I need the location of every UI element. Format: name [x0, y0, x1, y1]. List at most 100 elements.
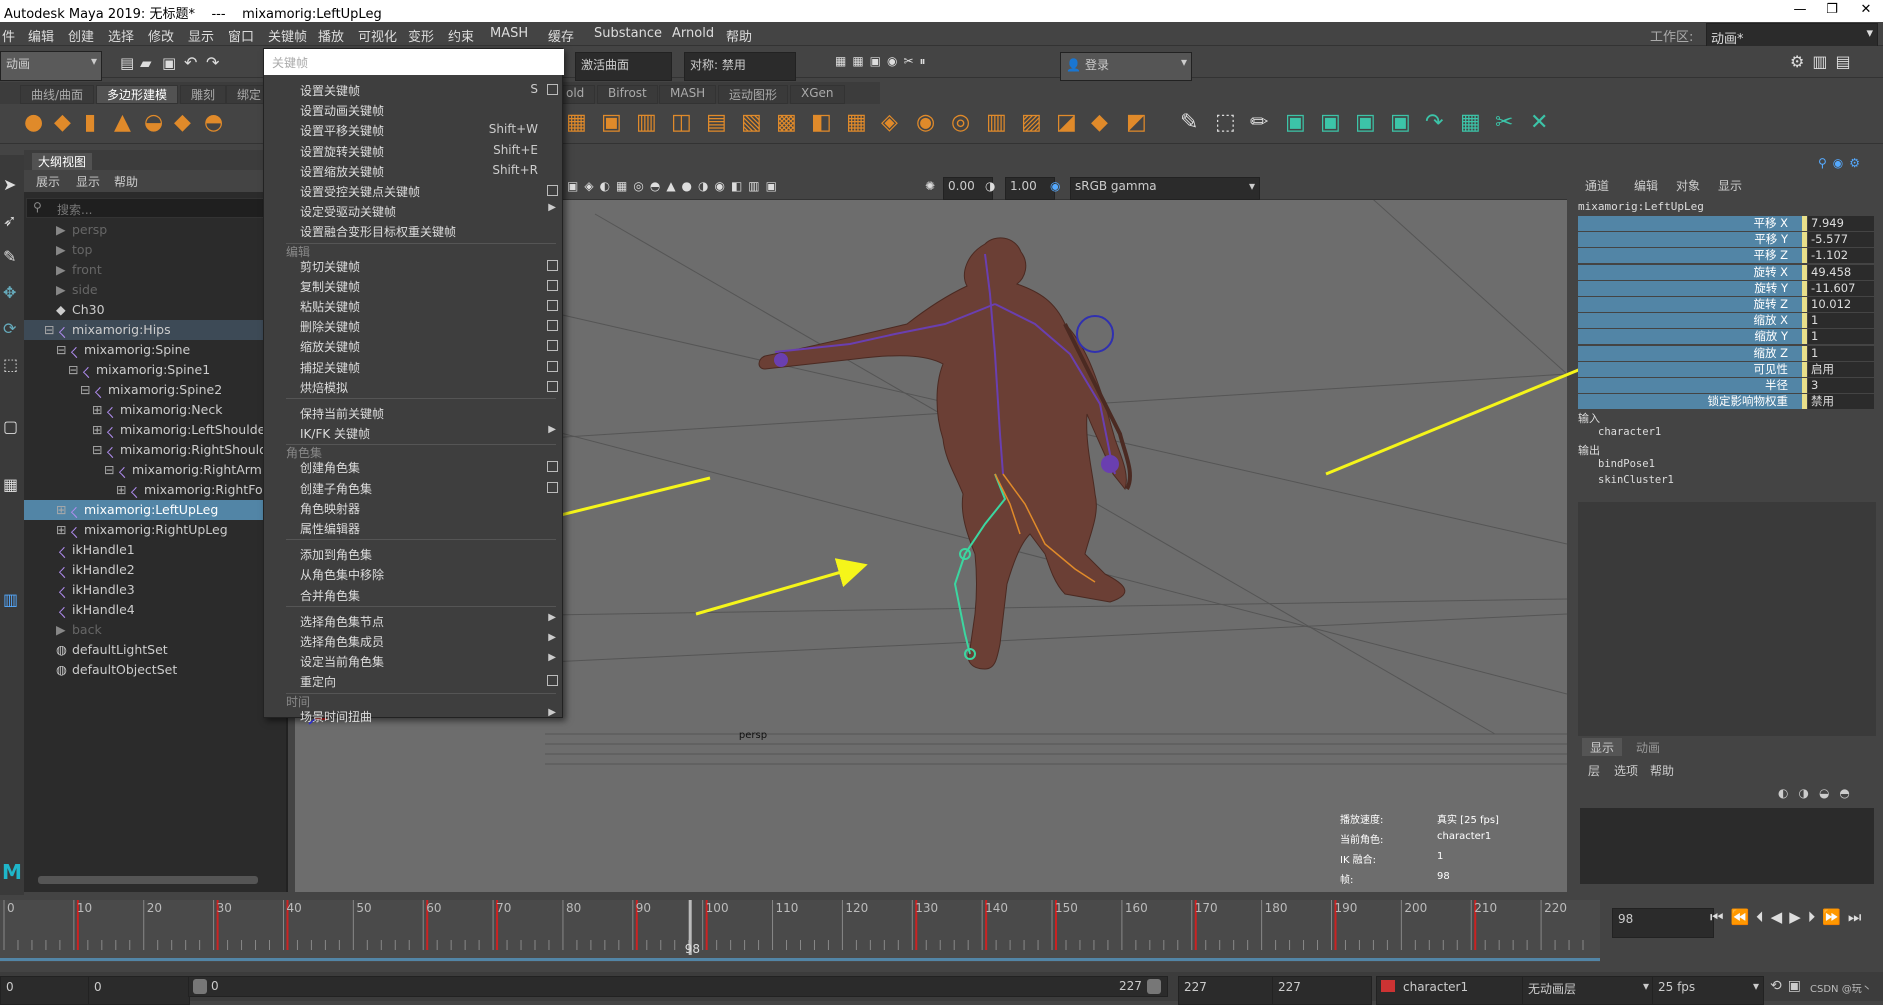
cb-attribute-row[interactable]: 缩放 Y 1 [1578, 329, 1874, 345]
cb-attribute-value[interactable]: 10.012 [1808, 297, 1874, 312]
range-start-handle[interactable] [193, 979, 207, 994]
keyed-indicator [1802, 394, 1807, 410]
cb-menu-channels[interactable]: 通道 [1585, 177, 1609, 194]
range-bar[interactable]: 0 227 [188, 976, 1168, 997]
cb-attribute-row[interactable]: 半径 3 [1578, 378, 1874, 394]
time-slider-ruler[interactable]: 0 10 20 30 40 50 60 70 80 90 100 110 120 130 140 150 160… [0, 900, 1600, 962]
layer-tab-anim[interactable]: 动画 [1628, 738, 1668, 756]
cb-attribute-row[interactable]: 平移 Y -5.577 [1578, 232, 1874, 248]
channel-box-toggle-icons[interactable]: ⚲◉⚙ [1818, 156, 1866, 170]
option-box-icon[interactable] [547, 481, 558, 493]
option-box-icon[interactable] [547, 380, 558, 392]
layer-menu-help[interactable]: 帮助 [1650, 762, 1674, 779]
cb-attribute-row[interactable]: 旋转 Y -11.607 [1578, 280, 1874, 297]
option-box-icon[interactable] [547, 320, 558, 332]
time-slider[interactable]: 0 10 20 30 40 50 60 70 80 90 100 110 120 130 140 150 160… [0, 900, 1883, 962]
cb-attribute-value[interactable]: 49.458 [1808, 264, 1874, 280]
cb-attribute-row[interactable]: 缩放 X 1 [1578, 313, 1874, 329]
menu-item[interactable]: 从角色集中移除 [264, 563, 564, 583]
menu-item[interactable]: 创建子角色集 [264, 477, 564, 497]
menu-item[interactable]: IK/FK 关键帧 ▶ [264, 422, 564, 442]
cb-inputs-label: 输入 [1578, 412, 1600, 425]
menu-item[interactable]: 创建角色集 [264, 456, 564, 476]
layer-list[interactable] [1580, 808, 1874, 884]
cb-attribute-value[interactable]: -5.577 [1808, 232, 1874, 248]
menu-item[interactable]: 属性编辑器 [264, 517, 564, 537]
menu-item[interactable]: 删除关键帧 [264, 315, 564, 335]
menu-item[interactable]: 设置缩放关键帧 Shift+R [264, 160, 564, 180]
cb-output-item[interactable]: skinCluster1 [1598, 474, 1674, 486]
layer-menu-layers[interactable]: 层 [1588, 762, 1600, 779]
cb-menu-show[interactable]: 显示 [1718, 177, 1742, 194]
menu-item[interactable]: 剪切关键帧 [264, 255, 564, 275]
menu-item[interactable]: 设置旋转关键帧 Shift+E [264, 140, 564, 160]
cb-attribute-name: 缩放 X [1578, 313, 1802, 329]
cb-attribute-value[interactable]: 7.949 [1808, 216, 1874, 231]
menu-item[interactable]: 设定受驱动关键帧 ▶ [264, 200, 564, 220]
range-end-handle[interactable] [1147, 979, 1161, 994]
cb-input-item[interactable]: character1 [1598, 426, 1661, 438]
menu-item-label: 复制关键帧 [300, 279, 361, 294]
cb-attribute-value[interactable]: 3 [1808, 378, 1874, 393]
menu-item[interactable]: 角色映射器 [264, 497, 564, 517]
cb-attribute-value[interactable]: 1 [1808, 313, 1874, 329]
cb-attribute-value[interactable]: 1 [1808, 345, 1874, 361]
menu-item[interactable]: 设定当前角色集 ▶ [264, 650, 564, 670]
cb-menu-edit[interactable]: 编辑 [1634, 177, 1658, 194]
menu-item[interactable]: 设置平移关键帧 Shift+W [264, 119, 564, 139]
cb-attribute-value[interactable]: 禁用 [1808, 394, 1874, 410]
current-frame-field[interactable]: 98 [1612, 908, 1714, 938]
option-box-icon[interactable] [547, 340, 558, 352]
menu-item[interactable]: 场景时间扭曲 ▶ [264, 705, 564, 725]
cb-attribute-row[interactable]: 平移 Z -1.102 [1578, 248, 1874, 264]
cb-attribute-name: 旋转 Y [1578, 280, 1802, 296]
menu-search[interactable]: 关键帧 [264, 49, 564, 75]
option-box-icon[interactable] [547, 300, 558, 311]
option-box-icon[interactable] [547, 279, 558, 291]
menu-item[interactable]: 保持当前关键帧 [264, 402, 564, 422]
option-box-icon[interactable] [547, 84, 558, 95]
cb-attribute-value[interactable]: -1.102 [1808, 248, 1874, 264]
cb-attribute-row[interactable]: 锁定影响物权重 禁用 [1578, 394, 1874, 410]
layer-action-icons[interactable]: ◐◑◒◓ [1778, 786, 1860, 800]
cb-attribute-row[interactable]: 旋转 X 49.458 [1578, 264, 1874, 281]
cb-node-name: mixamorig:LeftUpLeg [1578, 200, 1704, 213]
option-box-icon[interactable] [547, 259, 558, 271]
cb-attribute-row[interactable]: 平移 X 7.949 [1578, 216, 1874, 232]
menu-item-label: 捕捉关键帧 [300, 360, 361, 375]
menu-item[interactable]: 添加到角色集 [264, 543, 564, 563]
option-box-icon[interactable] [547, 675, 558, 687]
loop-autokey-icons[interactable]: ⟲▣ [1770, 978, 1807, 994]
cb-attribute-value[interactable]: -11.607 [1808, 280, 1874, 296]
menu-item[interactable]: 选择角色集成员 ▶ [264, 630, 564, 650]
option-box-icon[interactable] [547, 185, 558, 196]
menu-item[interactable]: 粘贴关键帧 [264, 295, 564, 315]
cb-attribute-row[interactable]: 旋转 Z 10.012 [1578, 297, 1874, 313]
menu-item[interactable]: 设置受控关键点关键帧 [264, 180, 564, 200]
menu-item[interactable]: 捕捉关键帧 [264, 356, 564, 376]
menu-item[interactable]: 设置融合变形目标权重关键帧 [264, 220, 564, 240]
timeline-tick-label: 210 [1474, 901, 1497, 915]
cb-menu-object[interactable]: 对象 [1676, 177, 1700, 194]
layer-tab-label: 显示 [1589, 741, 1614, 755]
option-box-icon[interactable] [547, 360, 558, 372]
layer-tab-display[interactable]: 显示 [1582, 738, 1622, 756]
cb-attribute-name: 缩放 Z [1578, 345, 1802, 361]
menu-item[interactable]: 复制关键帧 [264, 275, 564, 295]
menu-item[interactable]: 设置动画关键帧 [264, 99, 564, 119]
menu-item[interactable]: 烘焙模拟 [264, 376, 564, 396]
menu-item[interactable]: 选择角色集节点 ▶ [264, 610, 564, 630]
menu-item[interactable]: 缩放关键帧 [264, 335, 564, 355]
cb-output-item[interactable]: bindPose1 [1598, 458, 1655, 470]
menu-item[interactable]: 设置关键帧 S [264, 79, 564, 99]
cb-attribute-row[interactable]: 可见性 启用 [1578, 361, 1874, 378]
menu-item[interactable]: 重定向 [264, 670, 564, 690]
range-end-value: 227 [1184, 980, 1207, 994]
cb-attribute-value[interactable]: 1 [1808, 329, 1874, 345]
menu-item[interactable]: 合并角色集 [264, 584, 564, 604]
layer-menu-options[interactable]: 选项 [1614, 762, 1638, 779]
cb-attribute-row[interactable]: 缩放 Z 1 [1578, 345, 1874, 362]
playback-controls[interactable]: ⏮⏪⏴◀▶⏵⏩⏭ [1710, 908, 1868, 926]
option-box-icon[interactable] [547, 461, 558, 473]
cb-attribute-value[interactable]: 启用 [1808, 361, 1874, 377]
